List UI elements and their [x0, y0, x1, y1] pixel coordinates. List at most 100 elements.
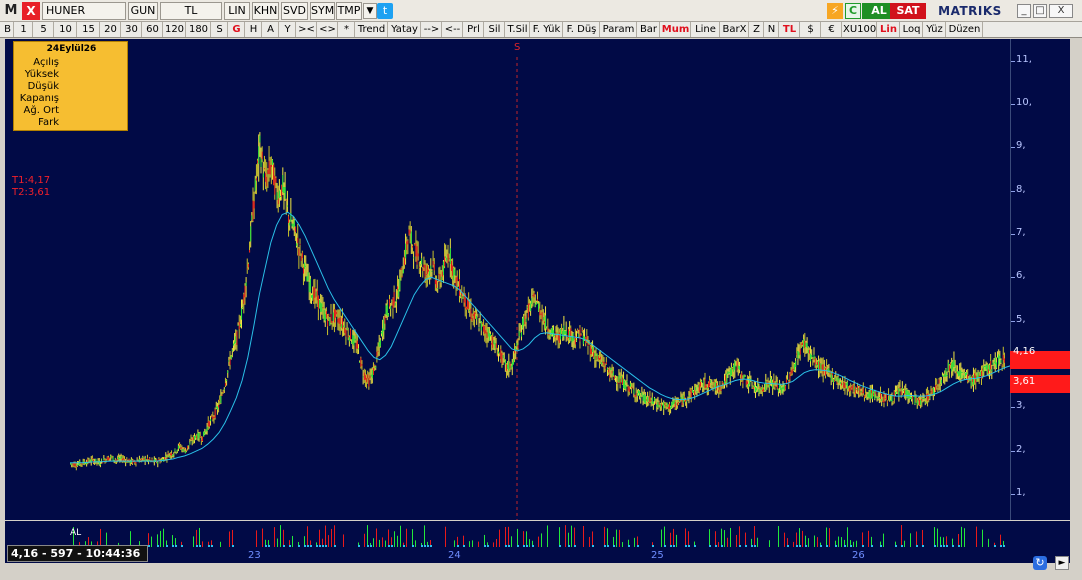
toolbar-button[interactable]: S — [212, 22, 228, 37]
toolbar-button[interactable]: 10 — [55, 22, 77, 37]
toolbar-button[interactable]: € — [822, 22, 842, 37]
candle-down — [285, 199, 287, 201]
toolbar-button[interactable]: Trend — [356, 22, 388, 37]
candle-down — [200, 439, 202, 441]
toolbar-button[interactable]: <-- — [443, 22, 463, 37]
toolbar-button[interactable]: --> — [422, 22, 442, 37]
toolbar-button[interactable]: Lin — [878, 22, 900, 37]
candle-down — [222, 391, 224, 393]
scale-button[interactable]: LIN — [224, 2, 250, 20]
window-close-icon[interactable]: X — [1049, 4, 1073, 18]
lightning-icon[interactable]: ⚡ — [827, 3, 843, 19]
candle-up — [174, 448, 176, 452]
toolbar-button[interactable]: Mum — [661, 22, 691, 37]
toolbar-button[interactable]: B — [2, 22, 14, 37]
toolbar-button[interactable]: 15 — [78, 22, 100, 37]
toolbar-button[interactable]: 180 — [187, 22, 211, 37]
toolbar-button[interactable]: Düzen — [947, 22, 983, 37]
candle-down — [543, 321, 545, 324]
period-button[interactable]: GUN — [128, 2, 158, 20]
toolbar-button[interactable]: TL — [780, 22, 800, 37]
toolbar-button[interactable]: 5 — [34, 22, 54, 37]
candle-up — [637, 390, 639, 394]
toolbar-button[interactable]: BarX — [721, 22, 749, 37]
toolbar-button[interactable]: $ — [801, 22, 821, 37]
toolbar-button[interactable]: Line — [692, 22, 720, 37]
candle-down — [883, 393, 885, 403]
toolbar-button[interactable]: F. Yük — [531, 22, 563, 37]
volume-bar-up — [571, 525, 572, 547]
close-chart-icon[interactable]: X — [22, 2, 40, 20]
toolbar-button[interactable]: Bar — [638, 22, 660, 37]
toolbar-button[interactable]: T.Sil — [506, 22, 530, 37]
candle-up — [375, 366, 377, 368]
axis-tick-label: 11, — [1016, 53, 1032, 65]
scroll-right-icon[interactable]: ► — [1055, 556, 1069, 570]
toolbar-button[interactable]: Prl — [464, 22, 484, 37]
toolbar-button[interactable]: 120 — [164, 22, 186, 37]
twitter-icon[interactable]: t — [377, 3, 393, 19]
price-chart-svg[interactable]: S — [5, 39, 1082, 520]
symbol-field[interactable]: HUNER — [42, 2, 126, 20]
svd-button[interactable]: SVD — [281, 2, 308, 20]
candle-up — [194, 436, 196, 441]
candle-down — [335, 309, 337, 318]
toolbar-button[interactable]: H — [246, 22, 262, 37]
toolbar-button[interactable]: 20 — [101, 22, 121, 37]
toolbar-button[interactable]: XU100 — [843, 22, 877, 37]
sym-button[interactable]: SYM — [310, 2, 335, 20]
candle-down — [267, 169, 269, 175]
maximize-icon[interactable]: □ — [1033, 4, 1047, 18]
price-chart[interactable]: S — [5, 39, 1082, 520]
candle-up — [853, 385, 855, 393]
candle-up — [624, 380, 626, 390]
candle-up — [118, 456, 120, 460]
tmp-button[interactable]: TMP — [336, 2, 362, 20]
toolbar-button[interactable]: Y — [280, 22, 296, 37]
candle-up — [728, 372, 730, 374]
khn-button[interactable]: KHN — [252, 2, 279, 20]
toolbar-button[interactable]: Sil — [485, 22, 505, 37]
volume-average-dot — [319, 545, 321, 547]
c-icon[interactable]: C — [845, 3, 861, 19]
chevron-down-icon[interactable]: ▼ — [363, 3, 377, 19]
toolbar-button[interactable]: Param — [601, 22, 637, 37]
currency-button[interactable]: TL — [160, 2, 222, 20]
sell-button[interactable]: SAT — [890, 3, 926, 19]
volume-bar-down — [745, 532, 746, 547]
toolbar-button[interactable]: G — [229, 22, 245, 37]
candle-up — [526, 306, 528, 308]
toolbar-button[interactable]: Z — [750, 22, 764, 37]
toolbar-button[interactable]: 30 — [122, 22, 142, 37]
toolbar-button[interactable]: 60 — [143, 22, 163, 37]
volume-bar-down — [376, 528, 377, 547]
toolbar-button[interactable]: * — [339, 22, 355, 37]
refresh-icon[interactable]: ↻ — [1033, 556, 1047, 570]
price-axis[interactable]: 11,10,9,8,7,6,5,4,3,2,1, — [1010, 39, 1070, 520]
candle-down — [948, 365, 950, 371]
minimize-icon[interactable]: _ — [1017, 4, 1031, 18]
candle-up — [176, 449, 178, 452]
toolbar-button[interactable]: N — [765, 22, 779, 37]
candle-up — [351, 342, 353, 344]
candle-up — [877, 397, 879, 399]
candle-up — [744, 375, 746, 377]
candle-up — [673, 400, 675, 404]
candle-up — [371, 370, 373, 379]
toolbar-button[interactable]: <> — [318, 22, 338, 37]
toolbar-button[interactable]: A — [263, 22, 279, 37]
toolbar-button[interactable]: Yüz — [924, 22, 946, 37]
volume-bar-up — [163, 528, 164, 547]
volume-panel[interactable] — [5, 521, 1070, 549]
candle-down — [851, 386, 853, 389]
axis-tick-mark — [1011, 320, 1015, 322]
toolbar-button[interactable]: Yatay — [389, 22, 421, 37]
toolbar-button[interactable]: F. Düş — [564, 22, 600, 37]
candle-down — [109, 457, 111, 459]
toolbar-button[interactable]: >< — [297, 22, 317, 37]
volume-bar-down — [382, 537, 383, 547]
candle-up — [546, 327, 548, 329]
toolbar-button[interactable]: Loq — [901, 22, 923, 37]
candle-down — [931, 389, 933, 395]
toolbar-button[interactable]: 1 — [15, 22, 33, 37]
